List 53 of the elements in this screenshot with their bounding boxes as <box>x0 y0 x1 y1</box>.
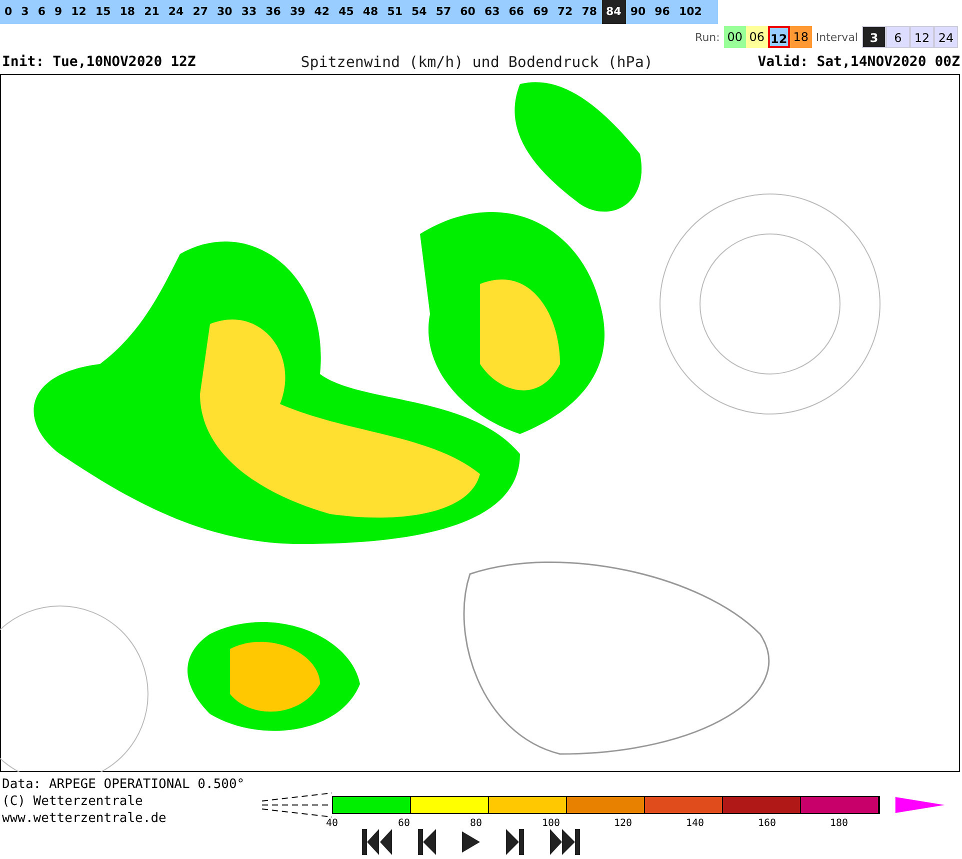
timestep-link[interactable]: 63 <box>480 0 504 24</box>
init-time: Init: Tue,10NOV2020 12Z <box>2 54 196 70</box>
credit-text: Data: ARPEGE OPERATIONAL 0.500° <box>2 776 245 793</box>
run-button[interactable]: 00 <box>724 26 746 48</box>
timestep-link[interactable]: 0 <box>0 0 17 24</box>
interval-button[interactable]: 24 <box>934 26 958 48</box>
timestep-link[interactable]: 90 <box>626 0 650 24</box>
timestep-link[interactable]: 6 <box>33 0 50 24</box>
timestep-link[interactable]: 15 <box>90 0 116 24</box>
run-button[interactable]: 06 <box>746 26 768 48</box>
timestep-link[interactable]: 39 <box>285 0 310 24</box>
interval-button[interactable]: 3 <box>862 26 886 48</box>
timestep-link[interactable]: 24 <box>164 0 188 24</box>
timestep-link[interactable]: 9 <box>50 0 67 24</box>
valid-time: Valid: Sat,14NOV2020 00Z <box>758 54 960 70</box>
skip-to-start-button[interactable] <box>362 829 392 855</box>
run-button[interactable]: 18 <box>790 26 812 48</box>
timestep-link[interactable]: 18 <box>115 0 140 24</box>
timestep-link[interactable]: 69 <box>528 0 553 24</box>
credit-text: www.wetterzentrale.de <box>2 810 166 827</box>
timestep-link[interactable]: 57 <box>431 0 456 24</box>
timestep-link[interactable]: 54 <box>407 0 432 24</box>
timestep-link[interactable]: 33 <box>236 0 262 24</box>
timestep-link[interactable]: 102 <box>674 0 706 24</box>
run-label: Run: <box>695 30 720 44</box>
run-button[interactable]: 12 <box>768 26 790 48</box>
timestep-link[interactable]: 72 <box>552 0 578 24</box>
timestep-link[interactable]: 42 <box>310 0 334 24</box>
credit-text: (C) Wetterzentrale <box>2 793 143 810</box>
timestep-link[interactable]: 3 <box>16 0 34 24</box>
play-button[interactable] <box>462 829 480 855</box>
timestep-link[interactable]: 27 <box>188 0 212 24</box>
timestep-link[interactable]: 78 <box>577 0 602 24</box>
timestep-link[interactable]: 51 <box>382 0 407 24</box>
timestep-link[interactable]: 30 <box>212 0 237 24</box>
step-forward-button[interactable] <box>506 829 524 855</box>
timestep-link[interactable]: 66 <box>504 0 529 24</box>
timestep-link[interactable]: 84 <box>602 0 626 24</box>
scale-start-icon <box>262 792 332 818</box>
timestep-link[interactable]: 45 <box>334 0 358 24</box>
map-title: Spitzenwind (km/h) und Bodendruck (hPa) <box>300 53 653 71</box>
timestep-link[interactable]: 21 <box>140 0 164 24</box>
timestep-link[interactable]: 96 <box>650 0 674 24</box>
interval-label: Interval <box>816 30 858 44</box>
timestep-link[interactable]: 60 <box>456 0 480 24</box>
interval-button[interactable]: 12 <box>910 26 934 48</box>
timestep-link[interactable]: 36 <box>261 0 286 24</box>
step-back-button[interactable] <box>418 829 436 855</box>
scale-label: 180 <box>830 818 850 829</box>
interval-button[interactable]: 6 <box>886 26 910 48</box>
timestep-link[interactable]: 48 <box>358 0 383 24</box>
skip-to-end-button[interactable] <box>550 829 580 855</box>
timestep-link[interactable]: 12 <box>66 0 91 24</box>
